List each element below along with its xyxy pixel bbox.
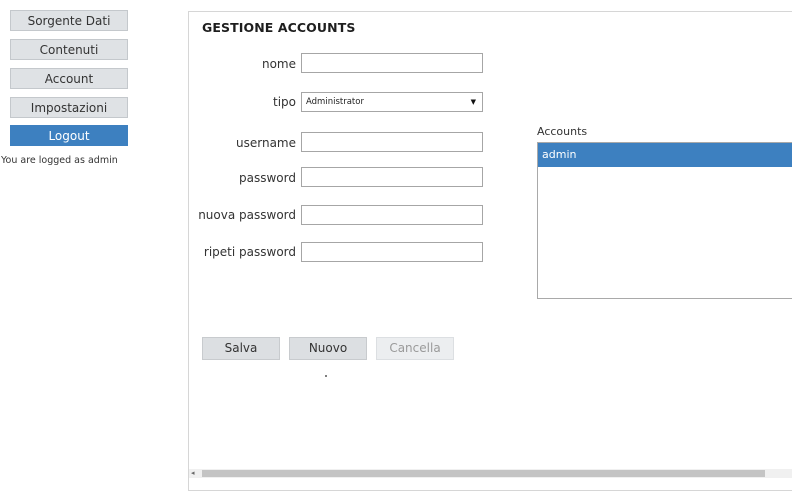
scrollbar-thumb[interactable] xyxy=(202,470,765,477)
logout-button[interactable]: Logout xyxy=(10,125,128,146)
new-button[interactable]: Nuovo xyxy=(289,337,367,360)
page-title: GESTIONE ACCOUNTS xyxy=(202,20,356,35)
save-button[interactable]: Salva xyxy=(202,337,280,360)
accounts-list-label: Accounts xyxy=(537,125,588,138)
username-label: username xyxy=(236,136,296,150)
scroll-left-icon[interactable]: ◂ xyxy=(191,469,195,478)
sidebar-item-account[interactable]: Account xyxy=(10,68,128,89)
dropdown-arrow-icon: ▼ xyxy=(470,98,476,106)
password-input[interactable] xyxy=(301,167,483,187)
password-label: password xyxy=(239,171,296,185)
list-item[interactable]: admin xyxy=(538,143,792,167)
tipo-select[interactable]: Administrator ▼ xyxy=(301,92,483,112)
tipo-label: tipo xyxy=(273,95,296,109)
nome-input[interactable] xyxy=(301,53,483,73)
horizontal-scrollbar[interactable]: ◂ xyxy=(189,469,792,478)
sidebar-item-sorgente-dati[interactable]: Sorgente Dati xyxy=(10,10,128,31)
sidebar-item-contenuti[interactable]: Contenuti xyxy=(10,39,128,60)
nuova-password-label: nuova password xyxy=(198,208,296,222)
divider-dot xyxy=(325,375,327,377)
tipo-select-value: Administrator xyxy=(306,97,364,107)
username-input[interactable] xyxy=(301,132,483,152)
sidebar-item-impostazioni[interactable]: Impostazioni xyxy=(10,97,128,118)
ripeti-password-input[interactable] xyxy=(301,242,483,262)
delete-button: Cancella xyxy=(376,337,454,360)
ripeti-password-label: ripeti password xyxy=(203,245,296,259)
nome-label: nome xyxy=(261,57,296,71)
accounts-list[interactable]: admin xyxy=(537,142,792,299)
nuova-password-input[interactable] xyxy=(301,205,483,225)
login-status-text: You are logged as admin xyxy=(1,155,118,166)
